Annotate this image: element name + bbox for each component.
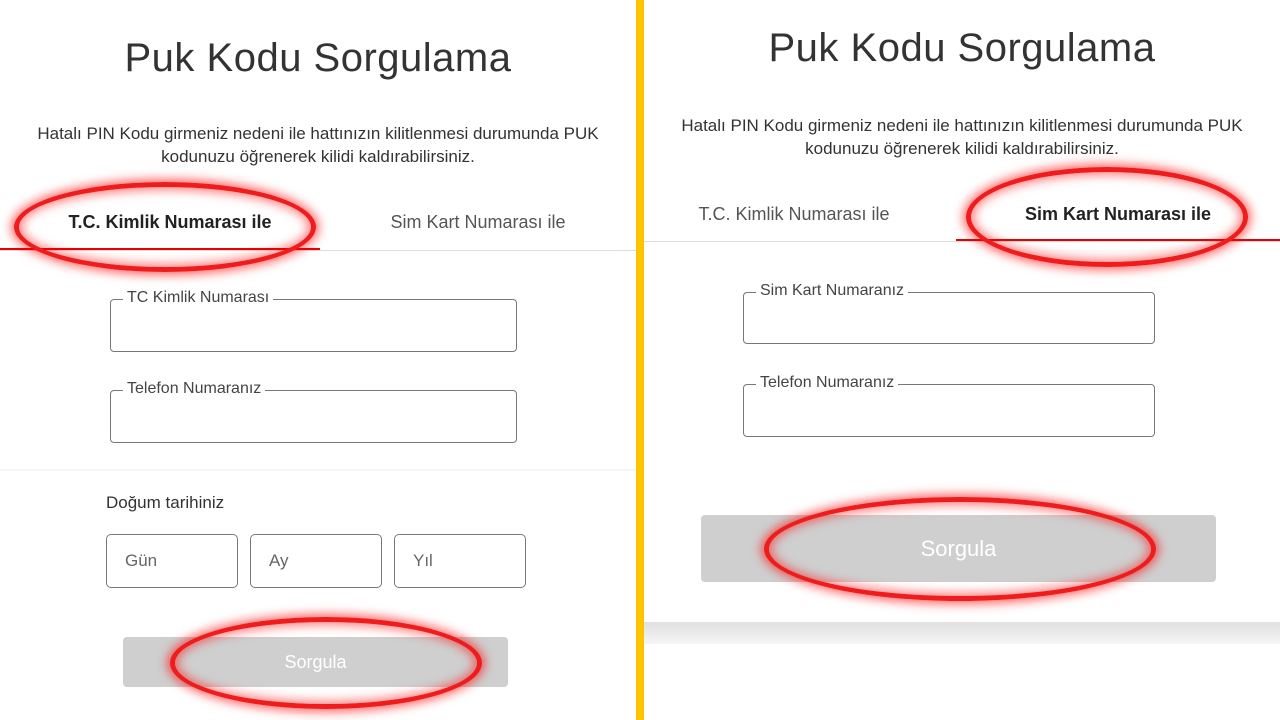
tab-tc-kimlik[interactable]: T.C. Kimlik Numarası ile xyxy=(20,212,320,233)
card-bottom-shadow xyxy=(644,622,1280,644)
sim-kart-input[interactable]: Sim Kart Numaranız xyxy=(743,282,1155,344)
sim-kart-label: Sim Kart Numaranız xyxy=(756,282,909,300)
panel-divider xyxy=(636,0,644,720)
description-line-2: kodunuzu öğrenerek kilidi kaldırabilirsi… xyxy=(161,147,475,166)
tc-kimlik-input[interactable]: TC Kimlik Numarası xyxy=(110,289,517,352)
tab-tc-kimlik[interactable]: T.C. Kimlik Numarası ile xyxy=(644,204,944,225)
tab-sim-kart[interactable]: Sim Kart Numarası ile xyxy=(320,212,636,233)
sorgula-button[interactable]: Sorgula xyxy=(701,515,1216,582)
page-title: Puk Kodu Sorgulama xyxy=(768,26,1156,70)
panel-sim-kart: Puk Kodu Sorgulama Hatalı PIN Kodu girme… xyxy=(644,0,1280,720)
birth-month-input[interactable]: Ay xyxy=(250,534,382,588)
page-title: Puk Kodu Sorgulama xyxy=(124,36,512,80)
birth-day-input[interactable]: Gün xyxy=(106,534,238,588)
tab-active-indicator xyxy=(956,239,1280,241)
description-line-1: Hatalı PIN Kodu girmeniz nedeni ile hatt… xyxy=(681,116,1243,135)
phone-label: Telefon Numaranız xyxy=(756,374,899,392)
phone-label: Telefon Numaranız xyxy=(123,380,266,398)
birth-date-label: Doğum tarihiniz xyxy=(106,493,225,512)
description-line-2: kodunuzu öğrenerek kilidi kaldırabilirsi… xyxy=(805,139,1119,158)
description-line-1: Hatalı PIN Kodu girmeniz nedeni ile hatt… xyxy=(37,124,599,143)
phone-input[interactable]: Telefon Numaranız xyxy=(743,374,1155,437)
sorgula-button[interactable]: Sorgula xyxy=(123,637,508,687)
tab-active-indicator xyxy=(0,248,320,250)
page-description: Hatalı PIN Kodu girmeniz nedeni ile hatt… xyxy=(644,114,1280,160)
page-description: Hatalı PIN Kodu girmeniz nedeni ile hatt… xyxy=(0,122,636,168)
tc-kimlik-label: TC Kimlik Numarası xyxy=(123,289,274,307)
phone-input[interactable]: Telefon Numaranız xyxy=(110,380,517,443)
panel-tc-kimlik: Puk Kodu Sorgulama Hatalı PIN Kodu girme… xyxy=(0,0,636,720)
tab-sim-kart[interactable]: Sim Kart Numarası ile xyxy=(956,204,1280,225)
birth-year-input[interactable]: Yıl xyxy=(394,534,526,588)
